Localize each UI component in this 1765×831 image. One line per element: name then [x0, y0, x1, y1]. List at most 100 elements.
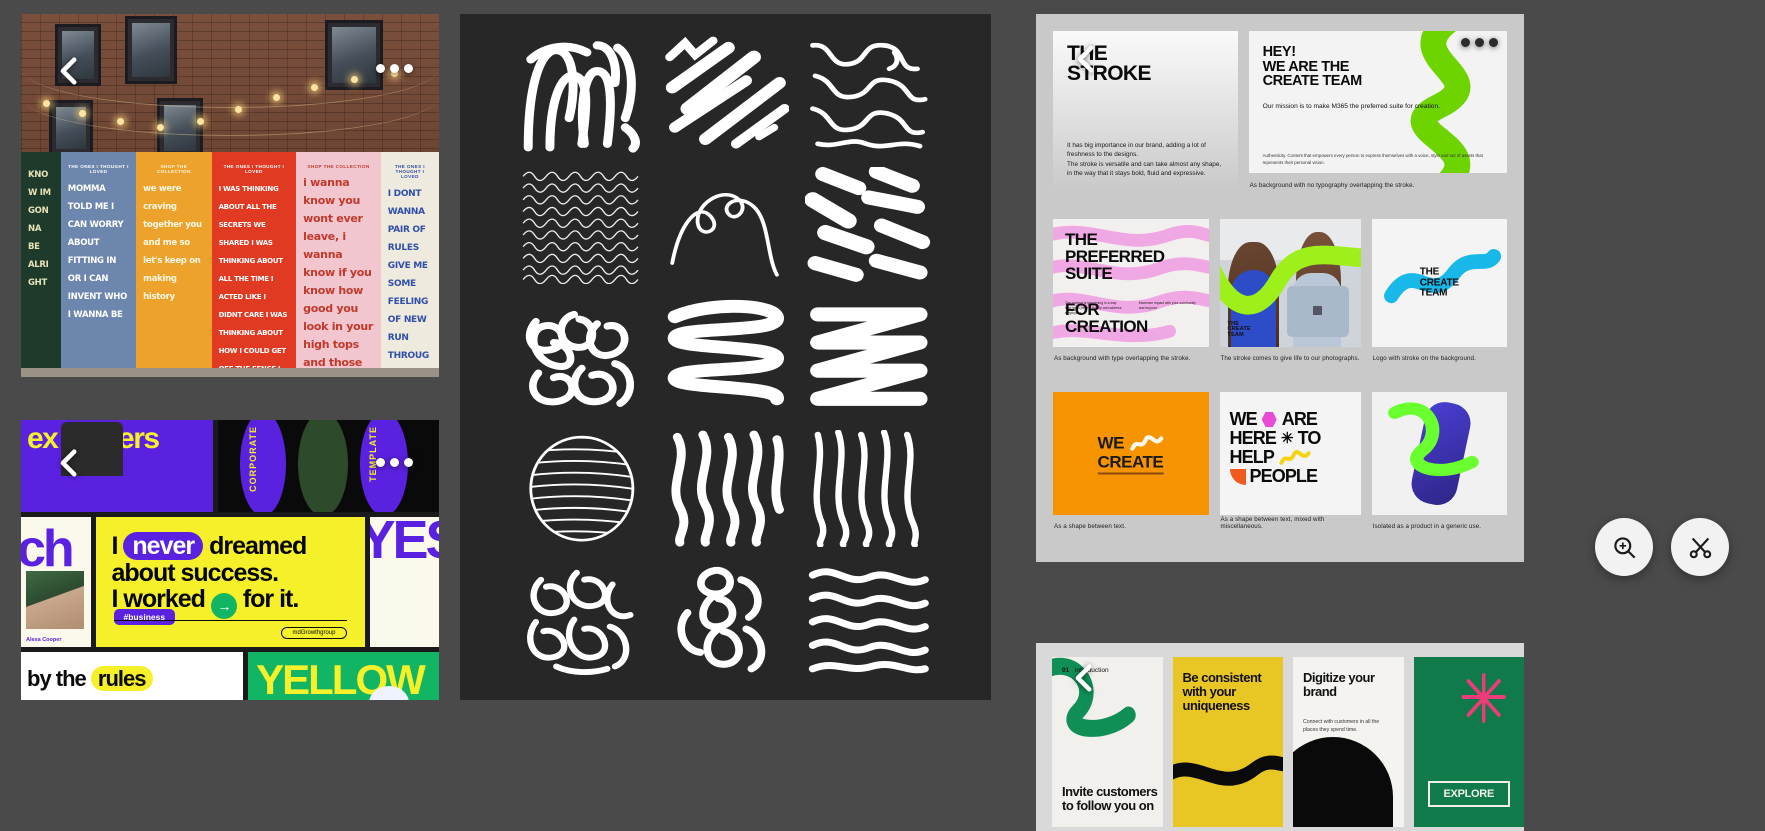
- intro-line3: CREATE TEAM: [1262, 73, 1363, 89]
- hashtag-pill: #business: [113, 609, 176, 625]
- explore-tile: EXPLORE: [1413, 657, 1524, 827]
- quote-line1a: I: [111, 532, 124, 560]
- back-arrow-icon[interactable]: [1064, 657, 1106, 699]
- consistency-tile-row: 01 introduction Invite customers to foll…: [1052, 657, 1524, 827]
- poster-panel: SHOP THE COLLECTION i wanna know you won…: [296, 151, 381, 377]
- we-create-text: WE CREATE: [1097, 433, 1164, 474]
- we-word: WE: [1097, 433, 1125, 453]
- intro-panel: HEY! WE ARE THE CREATE TEAM Our mission …: [1248, 31, 1507, 173]
- poster-eyebrow: THE ONES I THOUGHT I LOVED: [223, 163, 285, 174]
- are-word: ARE: [1281, 409, 1318, 429]
- orange-quarter-icon: [1229, 468, 1246, 485]
- team-photo-caption: The stroke comes to give life to our pho…: [1220, 355, 1360, 362]
- poster-panel: KNOW IM GONNA BE ALRIGHT: [21, 151, 61, 377]
- rules-text: by the: [27, 666, 91, 691]
- we-are-here-caption: As a shape between text, mixed with misc…: [1220, 516, 1325, 530]
- rules-tile: by the rules: [21, 652, 244, 700]
- asterisk-icon: ✳: [1280, 430, 1294, 448]
- corporate-label: CORPORATE: [248, 426, 259, 492]
- intro-line1: HEY!: [1262, 44, 1296, 60]
- swatch-vertical-waves: [662, 430, 790, 547]
- intro-panel-wrap: HEY! WE ARE THE CREATE TEAM Our mission …: [1248, 31, 1507, 191]
- swatch-dense-scribble: [518, 167, 646, 285]
- team-photo-panel: THE CREATE TEAM: [1219, 219, 1361, 347]
- floating-action-buttons: [1595, 518, 1729, 576]
- more-options-icon[interactable]: [376, 64, 413, 73]
- stroke-cover-body: It has big importance in our brand, addi…: [1067, 142, 1222, 177]
- preferred-title-bottom: FOR CREATION: [1065, 300, 1148, 336]
- yellow-tile: YELLOW: [248, 652, 439, 700]
- person-photo: [26, 571, 84, 629]
- product-render-panel: [1371, 392, 1507, 515]
- quote-highlight: never: [123, 532, 204, 560]
- author-name: Alexa Cooper: [26, 637, 62, 643]
- here-word: HERE: [1229, 428, 1277, 449]
- quote-text: I never dreamed about success. I worked …: [111, 532, 349, 620]
- poster-panel: THE ONES I THOUGHT I LOVED MOMMA TOLD ME…: [60, 151, 137, 377]
- pin-card-the-stroke-guide[interactable]: THE STROKE It has big importance in our …: [1036, 14, 1524, 562]
- back-arrow-icon[interactable]: [49, 50, 91, 92]
- poster-eyebrow: THE ONES I THOUGHT I LOVED: [68, 163, 129, 174]
- create-team-logo-panel: THE CREATE TEAM: [1371, 219, 1507, 347]
- pin-card-brand-templates[interactable]: ex Rogers CORPORATE TEMPLATE ch Alexa Co…: [21, 420, 439, 700]
- swatch-tangled-knot: [518, 298, 646, 415]
- visual-search-icon[interactable]: [1595, 518, 1653, 576]
- poster-lyric: I DONT WANNA PAIR OF RULES GIVE ME SOME …: [387, 188, 429, 377]
- yellow-stroke-icon: [1279, 449, 1311, 465]
- digitize-subtext: Connect with customers in all the places…: [1303, 719, 1380, 733]
- guide-row-2: THE PREFERRED SUITE The content is happe…: [1053, 219, 1507, 364]
- pin-card-brand-consistency[interactable]: 01 introduction Invite customers to foll…: [1036, 643, 1524, 831]
- swatch-wavy-loops: [518, 36, 646, 153]
- we-are-here-wrap: WE ARE HERE ✳ TO HELP PEOPLE As a shape …: [1219, 392, 1361, 532]
- sidewalk: [21, 368, 439, 377]
- swatch-rolling-waves: [805, 561, 933, 678]
- swatch-hatched-oval: [518, 430, 646, 547]
- we-create-caption: As a shape between text.: [1054, 523, 1126, 530]
- product-render-wrap: Isolated as a product in a generic use.: [1371, 392, 1507, 532]
- poster-eyebrow: SHOP THE COLLECTION: [307, 163, 370, 169]
- preferred-suite-wrap: THE PREFERRED SUITE The content is happe…: [1053, 219, 1209, 364]
- brand-pill: mdGrowthgroup: [281, 627, 347, 639]
- arrow-badge-icon: →: [210, 593, 237, 620]
- divider: [113, 620, 347, 621]
- poster-eyebrow: SHOP THE COLLECTION: [156, 163, 191, 174]
- swatch-blob-scrawl: [518, 561, 646, 678]
- we-are-here-text: WE ARE HERE ✳ TO HELP PEOPLE: [1229, 409, 1351, 486]
- help-word: HELP: [1229, 447, 1275, 468]
- intro-heading: Invite customers to follow you on: [1062, 784, 1158, 814]
- swatch-zigzag-band: [805, 298, 933, 415]
- team-photo-wrap: THE CREATE TEAM The stroke comes to give…: [1219, 219, 1361, 364]
- ch-tile: ch Alexa Cooper: [21, 517, 91, 647]
- more-options-icon[interactable]: [1461, 38, 1498, 47]
- quote-tile: I never dreamed about success. I worked …: [95, 517, 365, 647]
- poster-lyric: i wanna know you wont ever leave, i wann…: [303, 175, 374, 377]
- rules-highlight: rules: [90, 666, 153, 691]
- intro-line2: WE ARE THE: [1262, 58, 1350, 75]
- we-word: WE: [1229, 409, 1258, 429]
- yes-tile: YES: [369, 517, 439, 647]
- back-arrow-icon[interactable]: [49, 442, 91, 484]
- swatch-maze-outline: [805, 36, 933, 153]
- template-label: TEMPLATE: [368, 426, 379, 482]
- swatch-diagonal-dashes: [662, 36, 790, 153]
- we-are-here-panel: WE ARE HERE ✳ TO HELP PEOPLE: [1219, 392, 1361, 515]
- poster-panel: SHOP THE COLLECTION we were craving toge…: [136, 151, 212, 377]
- more-options-icon[interactable]: [376, 458, 413, 467]
- explore-button[interactable]: EXPLORE: [1427, 781, 1510, 807]
- preferred-caption: As background with type overlapping the …: [1054, 355, 1191, 362]
- back-arrow-icon[interactable]: [1066, 38, 1108, 80]
- preferred-title: THE PREFERRED SUITE: [1065, 230, 1165, 283]
- team-photo-overlay: THE CREATE TEAM: [1227, 320, 1251, 339]
- pin-card-street-mural[interactable]: KNOW IM GONNA BE ALRIGHT THE ONES I THOU…: [21, 14, 439, 377]
- scissors-icon[interactable]: [1671, 518, 1729, 576]
- intro-title: HEY! WE ARE THE CREATE TEAM: [1262, 44, 1363, 89]
- intro-fine-print: Authenticity. Content that empowers ever…: [1262, 153, 1483, 165]
- poster-lyric: KNOW IM GONNA BE ALRIGHT: [28, 169, 51, 288]
- template-row-2: ch Alexa Cooper I never dreamed about su…: [21, 517, 439, 647]
- consistency-heading: Be consistent with your uniqueness: [1182, 670, 1262, 713]
- product-render-caption: Isolated as a product in a generic use.: [1372, 523, 1482, 530]
- poster-lyric: we were craving together you and me so l…: [143, 183, 202, 302]
- create-team-logo-text: THE CREATE TEAM: [1419, 266, 1459, 299]
- pin-board: KNOW IM GONNA BE ALRIGHT THE ONES I THOU…: [0, 0, 1765, 831]
- pin-card-stroke-swatches[interactable]: [460, 14, 991, 700]
